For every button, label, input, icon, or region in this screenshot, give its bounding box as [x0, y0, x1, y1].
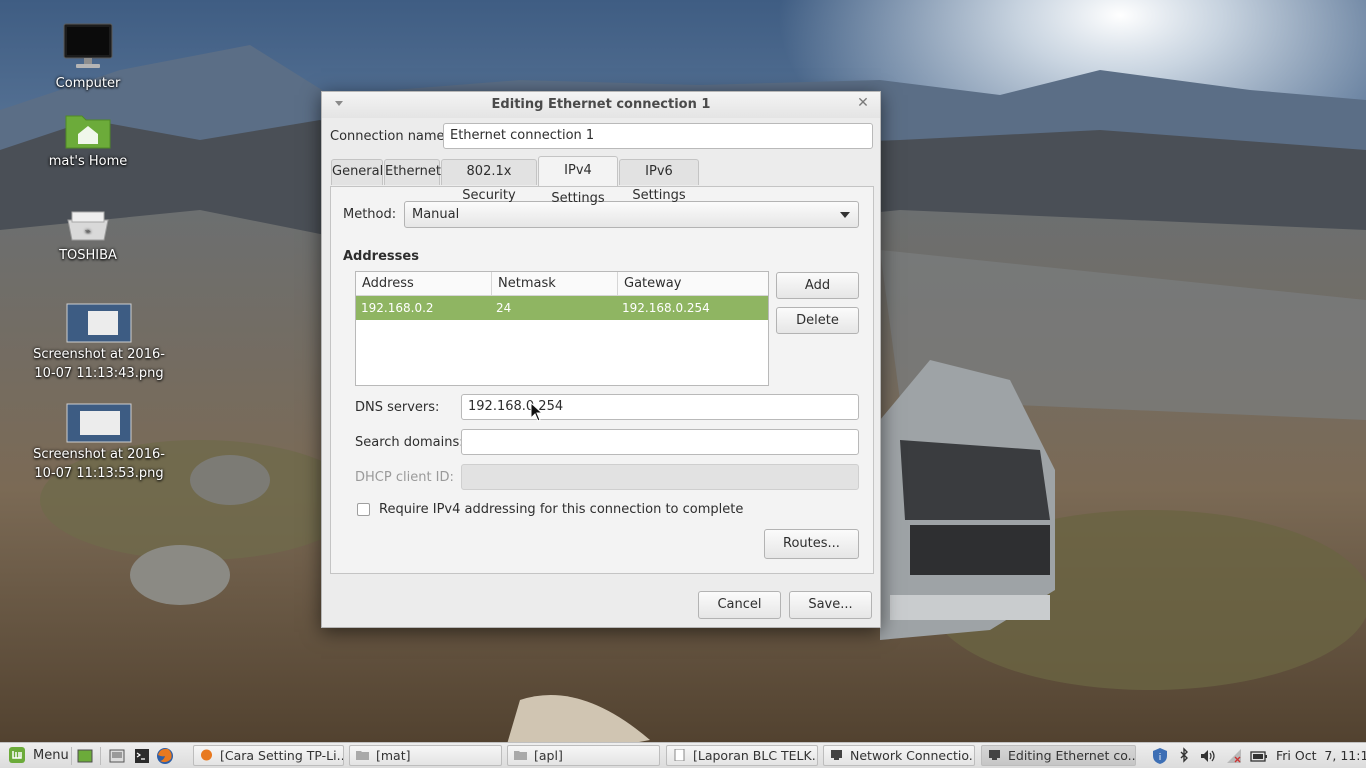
menu-label: Menu [33, 748, 69, 763]
column-header-gateway[interactable]: Gateway [618, 272, 768, 296]
table-row[interactable]: 192.168.0.2 24 192.168.0.254 [356, 296, 768, 320]
save-button[interactable]: Save... [789, 591, 872, 619]
search-domains-label: Search domains: [355, 435, 464, 450]
require-ipv4-label[interactable]: Require IPv4 addressing for this connect… [379, 502, 743, 517]
document-icon [674, 749, 685, 761]
column-header-address[interactable]: Address [356, 272, 492, 296]
add-button[interactable]: Add [776, 272, 859, 299]
column-header-netmask[interactable]: Netmask [492, 272, 618, 296]
desktop-icon-computer[interactable]: Computer [23, 22, 153, 93]
monitor-icon [63, 23, 113, 68]
taskbar-task-laporan[interactable]: [Laporan BLC TELK... [666, 745, 818, 766]
firefox-launcher-icon[interactable] [156, 747, 174, 765]
show-desktop-icon[interactable] [77, 748, 93, 764]
mouse-cursor-icon [530, 402, 544, 422]
task-label: [Laporan BLC TELK... [693, 748, 818, 763]
address-cell[interactable]: 192.168.0.2 [356, 296, 434, 320]
battery-icon[interactable] [1250, 747, 1268, 765]
title-bar[interactable]: Editing Ethernet connection 1 ✕ [322, 92, 880, 118]
network-icon [831, 750, 842, 760]
browser-icon [201, 749, 212, 761]
dns-servers-label: DNS servers: [355, 400, 440, 415]
taskbar: Menu [Cara Setting TP-Li... [mat] [apl] … [0, 742, 1366, 768]
tab-ipv4-settings[interactable]: IPv4 Settings [538, 156, 618, 206]
addresses-heading: Addresses [343, 249, 419, 264]
method-value: Manual [412, 207, 460, 222]
task-label: [Cara Setting TP-Li... [220, 748, 344, 763]
volume-icon[interactable] [1199, 747, 1217, 765]
bluetooth-icon[interactable] [1178, 747, 1190, 765]
folder-icon [356, 751, 369, 760]
home-folder-icon [65, 115, 111, 149]
tab-ethernet[interactable]: Ethernet [384, 159, 441, 185]
delete-button[interactable]: Delete [776, 307, 859, 334]
desktop-icon-label: Computer [55, 76, 121, 91]
tab-8021x-security[interactable]: 802.1x Security [441, 159, 537, 203]
menu-button[interactable]: Menu [4, 745, 70, 766]
tab-general[interactable]: General [331, 159, 383, 185]
window-title: Editing Ethernet connection 1 [491, 97, 711, 112]
taskbar-task-apl[interactable]: [apl] [507, 745, 660, 766]
clock[interactable]: Fri Oct 7, 11:15 [1276, 748, 1366, 763]
network-status-icon[interactable] [1225, 747, 1243, 765]
taskbar-task-network-connections[interactable]: Network Connectio... [823, 745, 975, 766]
desktop-icon-home[interactable]: mat's Home [23, 110, 153, 171]
taskbar-task-mat[interactable]: [mat] [349, 745, 502, 766]
close-icon[interactable]: ✕ [856, 96, 870, 110]
image-thumbnail-icon [66, 403, 132, 443]
connection-name-field[interactable]: Ethernet connection 1 [443, 123, 873, 149]
mint-logo-icon [9, 747, 25, 763]
method-label: Method: [343, 207, 397, 222]
netmask-cell[interactable]: 24 [491, 296, 511, 320]
desktop-icon-label: Screenshot at 2016-10-07 11:13:53.png [33, 447, 165, 481]
desktop-icon-screenshot-2[interactable]: Screenshot at 2016-10-07 11:13:53.png [33, 403, 165, 483]
task-label: [apl] [534, 748, 563, 763]
search-domains-field[interactable] [461, 429, 859, 455]
image-thumbnail-icon [66, 303, 132, 343]
tab-ipv6-settings[interactable]: IPv6 Settings [619, 159, 699, 203]
terminal-launcher-icon[interactable] [134, 748, 150, 764]
taskbar-task-cara-setting[interactable]: [Cara Setting TP-Li... [193, 745, 344, 766]
routes-button[interactable]: Routes... [764, 529, 859, 559]
cancel-button[interactable]: Cancel [698, 591, 781, 619]
folder-icon [514, 751, 527, 760]
desktop-icon-toshiba[interactable]: ⌁ TOSHIBA [23, 208, 153, 265]
desktop-icon-label: mat's Home [48, 154, 128, 169]
taskbar-separator [71, 747, 72, 765]
require-ipv4-checkbox[interactable] [357, 503, 370, 516]
desktop-icon-screenshot-1[interactable]: Screenshot at 2016-10-07 11:13:43.png [33, 303, 165, 383]
update-shield-icon[interactable]: i [1151, 747, 1169, 765]
network-icon [989, 750, 1000, 760]
gateway-cell[interactable]: 192.168.0.254 [617, 296, 710, 320]
edit-connection-dialog: Editing Ethernet connection 1 ✕ Connecti… [321, 91, 881, 628]
task-label: Editing Ethernet co... [1008, 748, 1136, 763]
svg-text:⌁: ⌁ [85, 226, 91, 237]
svg-text:i: i [1159, 753, 1162, 763]
desktop-icon-label: Screenshot at 2016-10-07 11:13:43.png [33, 347, 165, 381]
connection-name-label: Connection name: [330, 129, 449, 144]
desktop-icon-label: TOSHIBA [59, 248, 117, 263]
dhcp-client-id-label: DHCP client ID: [355, 470, 454, 485]
file-manager-launcher-icon[interactable] [109, 748, 125, 764]
dns-servers-field[interactable]: 192.168.0.254 [461, 394, 859, 420]
task-label: Network Connectio... [850, 748, 975, 763]
taskbar-task-editing-ethernet[interactable]: Editing Ethernet co... [981, 745, 1136, 766]
chevron-down-icon [840, 212, 850, 218]
addresses-table[interactable]: Address Netmask Gateway 192.168.0.2 24 1… [355, 271, 769, 386]
task-label: [mat] [376, 748, 411, 763]
dhcp-client-id-field [461, 464, 859, 490]
usb-drive-icon: ⌁ [67, 211, 109, 241]
taskbar-separator [100, 747, 101, 765]
